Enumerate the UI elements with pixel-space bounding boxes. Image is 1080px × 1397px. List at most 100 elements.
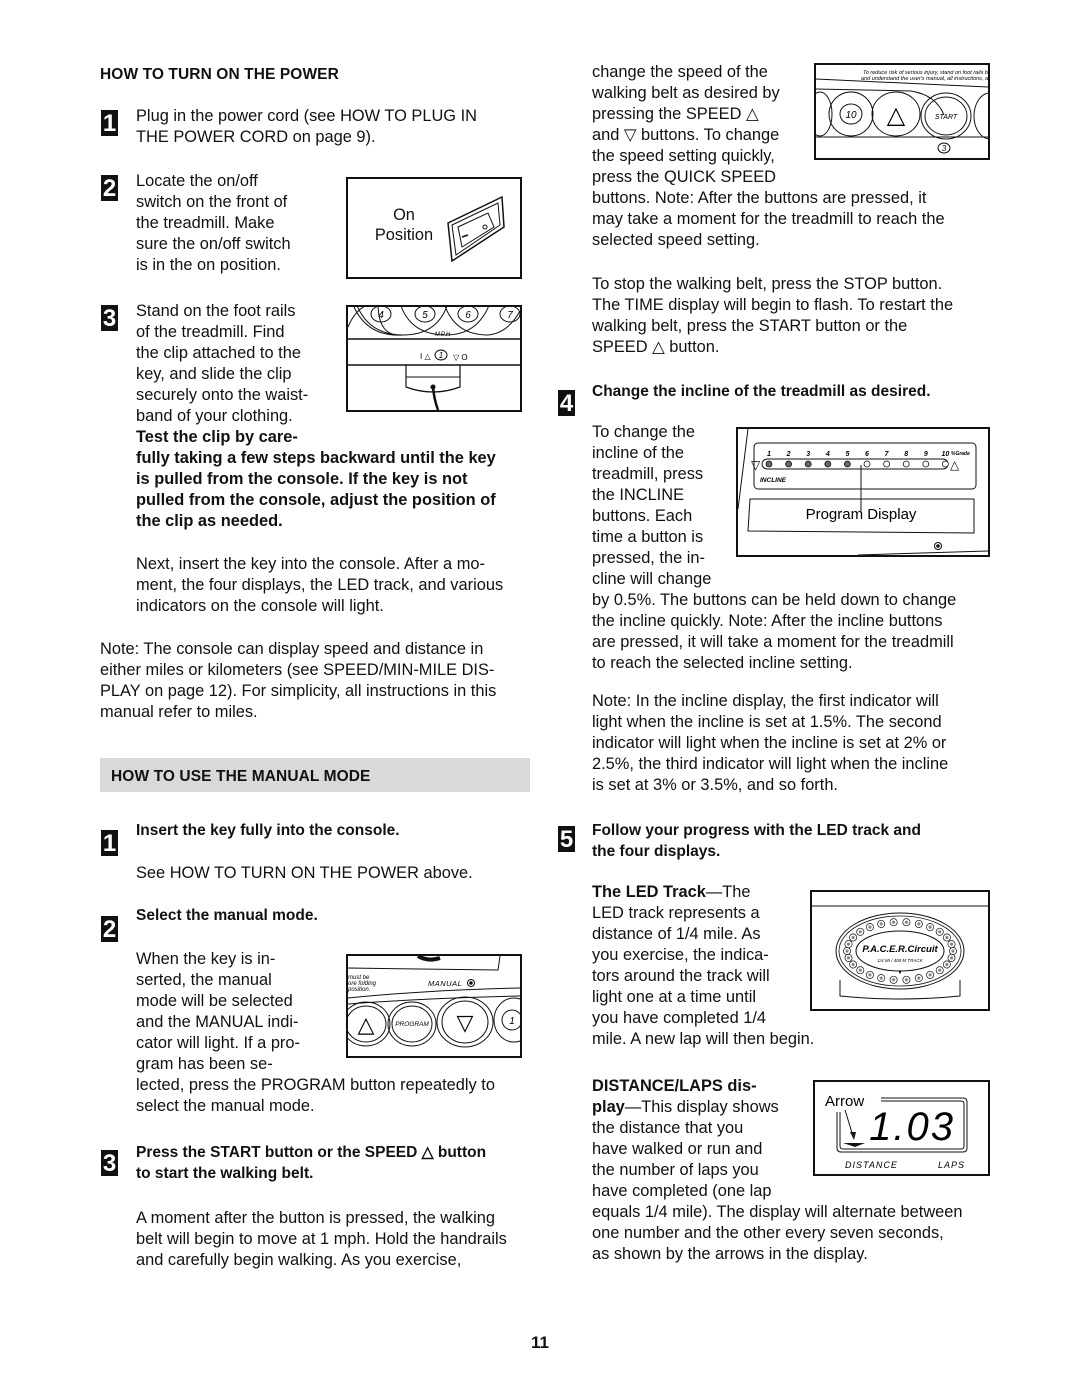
text-line: LED track represents a xyxy=(592,904,760,922)
track-led-center xyxy=(868,925,872,929)
warning-text: and understand the user's manual, all in… xyxy=(861,76,988,82)
text-line: indicator will light when the incline is… xyxy=(592,734,947,752)
track-led-center xyxy=(845,949,849,953)
step-title: Change the incline of the treadmill as d… xyxy=(592,383,931,400)
text-line: Note: In the incline display, the first … xyxy=(592,692,939,710)
key-indicator-label: 1 xyxy=(439,351,443,360)
text-line: as shown by the arrows in the display. xyxy=(592,1245,868,1263)
step-number: 3 xyxy=(101,305,118,332)
console-key-illustration: 4 5 6 7 MPH I △ 1 ▽ O xyxy=(348,307,520,410)
text-line: by 0.5%. The buttons can be held down to… xyxy=(592,591,957,609)
clip-cord xyxy=(431,386,440,410)
step-number: 1 xyxy=(101,110,118,137)
up-button-icon: △ xyxy=(358,1012,375,1037)
text-line: To stop the walking belt, press the STOP… xyxy=(592,275,943,293)
step-body: A moment after the button is pressed, th… xyxy=(136,1208,507,1271)
warning-text: position. xyxy=(348,987,370,993)
text-line: —This display shows xyxy=(624,1098,779,1116)
text-line: one number and the other every seven sec… xyxy=(592,1224,944,1242)
text-line-bold: the four displays. xyxy=(592,843,721,860)
text-line-bold: the clip as needed. xyxy=(136,512,283,530)
incline-note-paragraph: Note: In the incline display, the first … xyxy=(592,691,948,796)
distance-label: DISTANCE xyxy=(845,1160,898,1170)
indicator-led-icon xyxy=(936,544,940,548)
incline-led-off xyxy=(902,460,910,468)
incline-tick-label: 5 xyxy=(845,451,849,458)
laps-label: LAPS xyxy=(938,1160,965,1170)
switch-label: On Position xyxy=(368,205,440,245)
text-line: to reach the selected incline setting. xyxy=(592,654,853,672)
incline-tick-label: 1 xyxy=(767,451,771,458)
led-track-title: The LED Track xyxy=(592,883,706,901)
text-line: equals 1/4 mile). The display will alter… xyxy=(592,1203,963,1221)
section-heading-power: HOW TO TURN ON THE POWER xyxy=(100,66,339,83)
rocker-switch-icon xyxy=(447,195,505,263)
step-number: 5 xyxy=(558,826,575,853)
track-led-center xyxy=(879,976,883,980)
text-line: SPEED △ button. xyxy=(592,338,720,356)
on-off-switch-figure: On Position xyxy=(346,177,522,279)
section-heading-manual-mode: HOW TO USE THE MANUAL MODE xyxy=(111,768,371,785)
text-line-bold: to start the walking belt. xyxy=(136,1165,314,1182)
next-paragraph: Next, insert the key into the console. A… xyxy=(136,554,503,617)
manual-indicator-label: MANUAL xyxy=(428,979,462,988)
step-title: Select the manual mode. xyxy=(136,907,318,924)
track-led-center xyxy=(949,942,954,946)
step-number: 1 xyxy=(101,830,118,857)
incline-up-icon: △ xyxy=(950,458,960,472)
text-line: mile. A new lap will then begin. xyxy=(592,1030,815,1048)
text-line: switch on the front of xyxy=(136,193,288,211)
step-title: Insert the key fully into the console. xyxy=(136,822,400,839)
text-line: tors around the track will xyxy=(592,967,770,985)
text-line: A moment after the button is pressed, th… xyxy=(136,1209,495,1227)
track-led-center xyxy=(945,962,949,967)
program-button-label: PROGRAM xyxy=(395,1021,429,1028)
text-line-bold: Press the START button or the SPEED △ bu… xyxy=(136,1144,487,1161)
speed-10-label: 10 xyxy=(845,110,857,121)
text-line: light one at a time until xyxy=(592,988,757,1006)
arrow-pointer-icon xyxy=(850,1132,856,1140)
program-display-callout: Program Display xyxy=(806,506,917,523)
incline-led-lit xyxy=(844,460,851,468)
incline-display-figure: ▽ 1 2 3 4 5 6 7 8 9 10 %Grade △ INCLINE Program D… xyxy=(736,427,990,557)
led-track-figure: P.A.C.E.R.Circuit 1/4 MI / 400 M TRACK ▼ xyxy=(810,890,990,1011)
incline-tick-label: 3 xyxy=(806,451,810,458)
speed-label: 5 xyxy=(422,310,428,321)
text-line: ment, the four displays, the LED track, … xyxy=(136,576,504,594)
track-led-center xyxy=(917,922,921,926)
incline-down-icon: ▽ xyxy=(751,458,761,472)
text-line: light when the incline is set at 1.5%. T… xyxy=(592,713,942,731)
text-line: THE POWER CORD on page 9). xyxy=(136,128,376,146)
track-led-center xyxy=(938,968,942,972)
led-track-paragraph: The LED Track—The LED track represents a… xyxy=(592,882,814,1050)
arrow-callout-label: Arrow xyxy=(825,1093,864,1110)
distance-arrow-indicator-icon xyxy=(843,1143,865,1147)
track-led-center xyxy=(868,973,872,977)
text-line: buttons. Note: After the buttons are pre… xyxy=(592,189,927,207)
text-line: Note: The console can display speed and … xyxy=(100,640,484,658)
distance-laps-figure: Arrow 1.03 DISTANCE LAPS xyxy=(813,1080,990,1176)
text-line: have completed (one lap xyxy=(592,1182,772,1200)
text-line: is in the on position. xyxy=(136,256,281,274)
units-note-paragraph: Note: The console can display speed and … xyxy=(100,639,496,723)
text-line: PLAY on page 12). For simplicity, all in… xyxy=(100,682,497,700)
text-line: Locate the on/off xyxy=(136,172,258,190)
text-line: you exercise, the indica- xyxy=(592,946,769,964)
start-button-label: START xyxy=(935,114,958,121)
distance-laps-illustration: Arrow 1.03 DISTANCE LAPS xyxy=(825,1093,968,1170)
text-line: walking belt, press the START button or … xyxy=(592,317,908,335)
switch-label-on: On xyxy=(393,206,415,224)
manual-console-figure: must be ore folding position. MANUAL △ P… xyxy=(346,954,522,1058)
text-line: Next, insert the key into the console. A… xyxy=(136,555,485,573)
track-led-center xyxy=(851,962,855,967)
incline-tick-label: 2 xyxy=(786,451,791,458)
text-line: may take a moment for the treadmill to r… xyxy=(592,210,945,228)
track-led-center xyxy=(879,922,883,926)
track-led-center xyxy=(858,968,862,972)
track-led-center xyxy=(951,949,955,953)
incline-led-off xyxy=(941,460,949,468)
track-start-marker-icon: ▼ xyxy=(898,970,903,976)
down-button-icon: ▽ xyxy=(457,1010,474,1035)
step-number: 4 xyxy=(558,390,575,417)
track-led-center xyxy=(846,956,851,960)
